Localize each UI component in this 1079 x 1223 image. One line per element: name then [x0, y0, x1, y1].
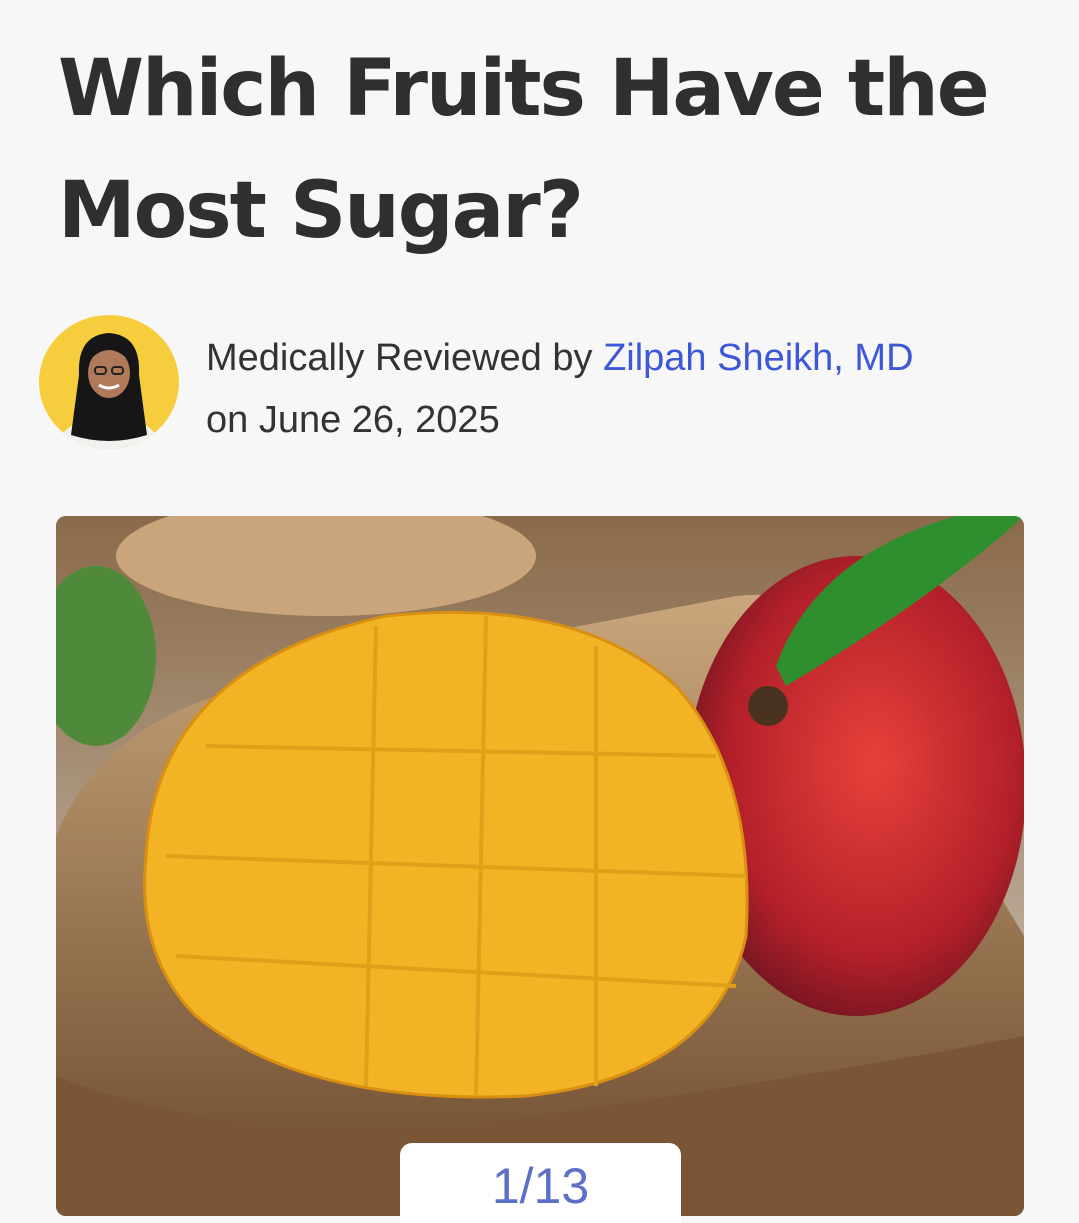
- slideshow-image[interactable]: [56, 516, 1024, 1216]
- review-date: on June 26, 2025: [206, 399, 500, 441]
- person-icon: [52, 333, 166, 449]
- reviewer-link[interactable]: Zilpah Sheikh, MD: [603, 337, 913, 379]
- mango-photo-icon: [56, 516, 1024, 1216]
- slide-counter-text: 1/13: [491, 1158, 590, 1214]
- review-byline: Medically Reviewed by Zilpah Sheikh, MD …: [206, 327, 914, 451]
- byline-prefix: Medically Reviewed by: [206, 337, 604, 379]
- article-title: Which Fruits Have the Most Sugar?: [58, 44, 990, 256]
- slide-counter: 1/13: [400, 1143, 681, 1223]
- reviewer-avatar[interactable]: [39, 315, 179, 449]
